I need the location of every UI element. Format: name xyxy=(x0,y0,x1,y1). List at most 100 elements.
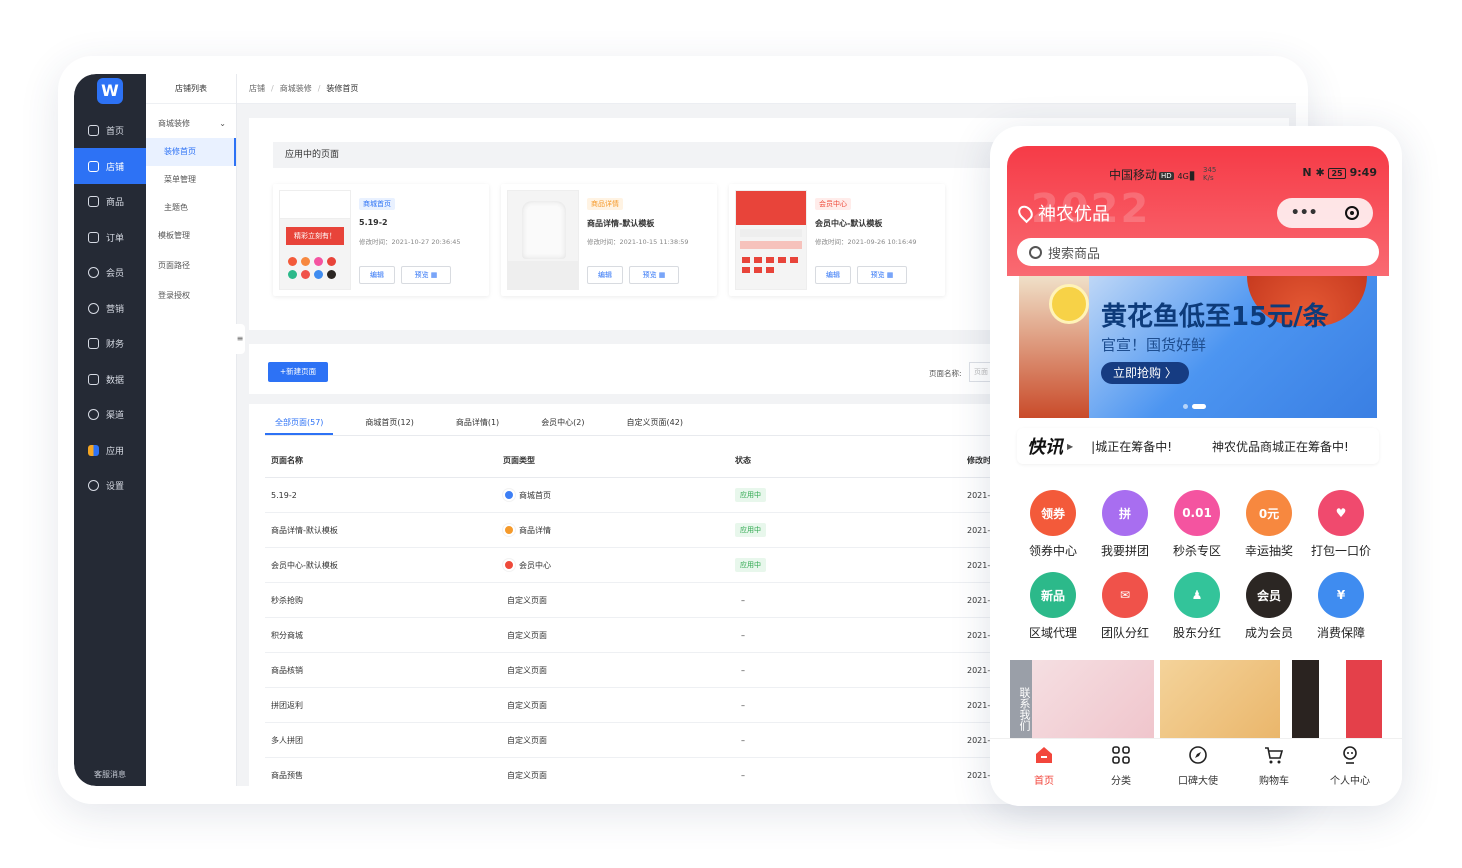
grid-item-icon: 领券 xyxy=(1030,490,1076,536)
page-name: 商品核销 xyxy=(271,665,303,675)
product-image[interactable] xyxy=(1292,660,1382,740)
finance-icon xyxy=(88,337,99,349)
edit-button[interactable]: 编辑 xyxy=(359,266,395,284)
category-icon xyxy=(1112,746,1130,764)
breadcrumb-item[interactable]: 店铺 xyxy=(249,83,265,94)
subnav-item-auth[interactable]: 登录授权 xyxy=(146,282,236,310)
status-text: – xyxy=(741,770,745,780)
product-search-input[interactable]: 搜索商品 xyxy=(1017,238,1379,266)
product-image[interactable] xyxy=(1030,660,1154,740)
grid-item[interactable]: ¥ 消费保障 xyxy=(1305,572,1377,641)
shirt-image xyxy=(522,201,566,259)
tab-label: 分类 xyxy=(1111,776,1131,787)
rail-item-home[interactable]: 首页 xyxy=(74,112,146,148)
status-cell: 应用中 xyxy=(735,548,766,582)
preview-button[interactable]: 预览 ▦ xyxy=(629,266,679,284)
product-image[interactable] xyxy=(1160,660,1280,740)
close-target-icon[interactable] xyxy=(1345,206,1360,220)
rail-item-order[interactable]: 订单 xyxy=(74,219,146,255)
rail-item-apps[interactable]: 应用 xyxy=(74,432,146,468)
breadcrumb-current: 装修首页 xyxy=(326,84,359,93)
rail-item-marketing[interactable]: 营销 xyxy=(74,290,146,326)
rail-label: 数据 xyxy=(106,375,125,386)
product-strip: 联系我们 xyxy=(1010,660,1382,740)
grid-item[interactable]: ♥ 打包一口价 xyxy=(1305,490,1377,559)
page-name: 5.19-2 xyxy=(271,490,297,500)
banner-buy-button[interactable]: 立即抢购 〉 xyxy=(1101,362,1189,384)
subnav-item-paths[interactable]: 页面路径 xyxy=(146,252,236,280)
header-status: 状态 xyxy=(735,456,751,465)
grid-item-icon: 0元 xyxy=(1246,490,1292,536)
page-type-icon xyxy=(503,489,515,501)
page-type: 自定义页面 xyxy=(507,595,547,605)
contact-us-tab[interactable]: 联系我们 xyxy=(1010,660,1032,740)
status-text: – xyxy=(741,735,745,745)
rail-item-product[interactable]: 商品 xyxy=(74,183,146,219)
subnav-item-templates[interactable]: 模板管理 xyxy=(146,222,236,250)
tab-category[interactable]: 分类 xyxy=(1085,745,1157,787)
collapse-sidebar-handle[interactable]: ≡ xyxy=(235,324,245,354)
rail-item-data[interactable]: 数据 xyxy=(74,361,146,397)
speed-unit: K/s xyxy=(1203,174,1214,182)
subnav-item-menu[interactable]: 菜单管理 xyxy=(146,166,236,194)
tab-mall-home[interactable]: 商城首页(12) xyxy=(355,410,423,435)
subnav-group-mall-decor[interactable]: 商城装修 ⌄ xyxy=(146,110,236,138)
page-name: 商品详情-默认模板 xyxy=(271,525,338,535)
page-name: 商品预售 xyxy=(271,770,303,780)
tab-ambassador[interactable]: 口碑大使 xyxy=(1162,745,1234,787)
rail-item-settings[interactable]: 设置 xyxy=(74,467,146,503)
preview-button[interactable]: 预览 ▦ xyxy=(401,266,451,284)
rail-item-finance[interactable]: 财务 xyxy=(74,325,146,361)
nfc-icon: N xyxy=(1302,166,1316,179)
customer-message-link[interactable]: 客服消息 xyxy=(74,769,146,780)
new-page-button[interactable]: +新建页面 xyxy=(268,362,328,382)
tab-product-detail[interactable]: 商品详情(1) xyxy=(446,410,509,435)
page-type-cell: 自定义页面 xyxy=(503,688,547,722)
page-type-icon xyxy=(503,559,515,571)
apps-icon xyxy=(88,444,99,456)
promo-banner[interactable]: 黄花鱼低至15元/条 官宣！国货好鲜 立即抢购 〉 xyxy=(1019,276,1377,418)
carousel-dot-active[interactable] xyxy=(1192,404,1206,409)
page-type-cell: 自定义页面 xyxy=(503,723,547,757)
edit-button[interactable]: 编辑 xyxy=(815,266,851,284)
template-time: 修改时间：2021-10-15 11:38:59 xyxy=(587,238,689,246)
store-title[interactable]: 神农优品 xyxy=(1015,200,1110,226)
tab-home[interactable]: 首页 xyxy=(1008,745,1080,787)
app-logo[interactable]: W xyxy=(97,78,123,104)
grid-item[interactable]: ♟ 股东分红 xyxy=(1161,572,1233,641)
stage: W 首页 店铺 商品 订单 会员 营销 财务 数据 渠道 应用 设置 客服消息 … xyxy=(0,0,1462,868)
tab-custom-pages[interactable]: 自定义页面(42) xyxy=(617,410,693,435)
preview-button[interactable]: 预览 ▦ xyxy=(857,266,907,284)
store-icon xyxy=(88,160,99,172)
rail-item-store[interactable]: 店铺 xyxy=(74,148,146,184)
subnav-item-home-decor[interactable]: 装修首页 xyxy=(146,138,236,166)
template-card: 精彩立刻有！ 商城首页 5.19-2 修改时间：2021-10-27 20:36… xyxy=(273,184,489,296)
grid-item[interactable]: 新品 区域代理 xyxy=(1017,572,1089,641)
news-ticker[interactable]: 快讯 ▶ |城正在筹备中! 神农优品商城正在筹备中! xyxy=(1017,428,1379,464)
phone-header: 2022 中国移动 HD 4G▮ 345 K/s N ✱ 25 9:49 神农优品 •… xyxy=(1007,146,1389,276)
edit-button[interactable]: 编辑 xyxy=(587,266,623,284)
grid-item-icon: ♥ xyxy=(1318,490,1364,536)
more-icon[interactable]: ••• xyxy=(1291,205,1318,221)
status-cell: – xyxy=(735,618,745,652)
carousel-dot[interactable] xyxy=(1183,404,1188,409)
rail-label: 渠道 xyxy=(106,410,125,421)
grid-item-label: 领券中心 xyxy=(1028,544,1077,558)
grid-item[interactable]: 领券 领券中心 xyxy=(1017,490,1089,559)
grid-item[interactable]: 0.01 秒杀专区 xyxy=(1161,490,1233,559)
tab-member-center[interactable]: 会员中心(2) xyxy=(531,410,594,435)
breadcrumb-item[interactable]: 商城装修 xyxy=(280,83,312,94)
location-pin-icon xyxy=(1015,202,1036,224)
grid-item[interactable]: 0元 幸运抽奖 xyxy=(1233,490,1305,559)
rail-item-member[interactable]: 会员 xyxy=(74,254,146,290)
grid-item-icon: ¥ xyxy=(1318,572,1364,618)
header-type: 页面类型 xyxy=(503,456,535,465)
subnav-item-theme[interactable]: 主题色 xyxy=(146,194,236,222)
tab-profile[interactable]: 个人中心 xyxy=(1314,745,1386,787)
tab-cart[interactable]: 购物车 xyxy=(1238,745,1310,787)
grid-item[interactable]: 拼我要拼团 xyxy=(1089,490,1161,559)
rail-item-channel[interactable]: 渠道 xyxy=(74,396,146,432)
grid-item[interactable]: ✉ 团队分红 xyxy=(1089,572,1161,641)
tab-all-pages[interactable]: 全部页面(57) xyxy=(265,410,334,435)
grid-item[interactable]: 会员 成为会员 xyxy=(1233,572,1305,641)
